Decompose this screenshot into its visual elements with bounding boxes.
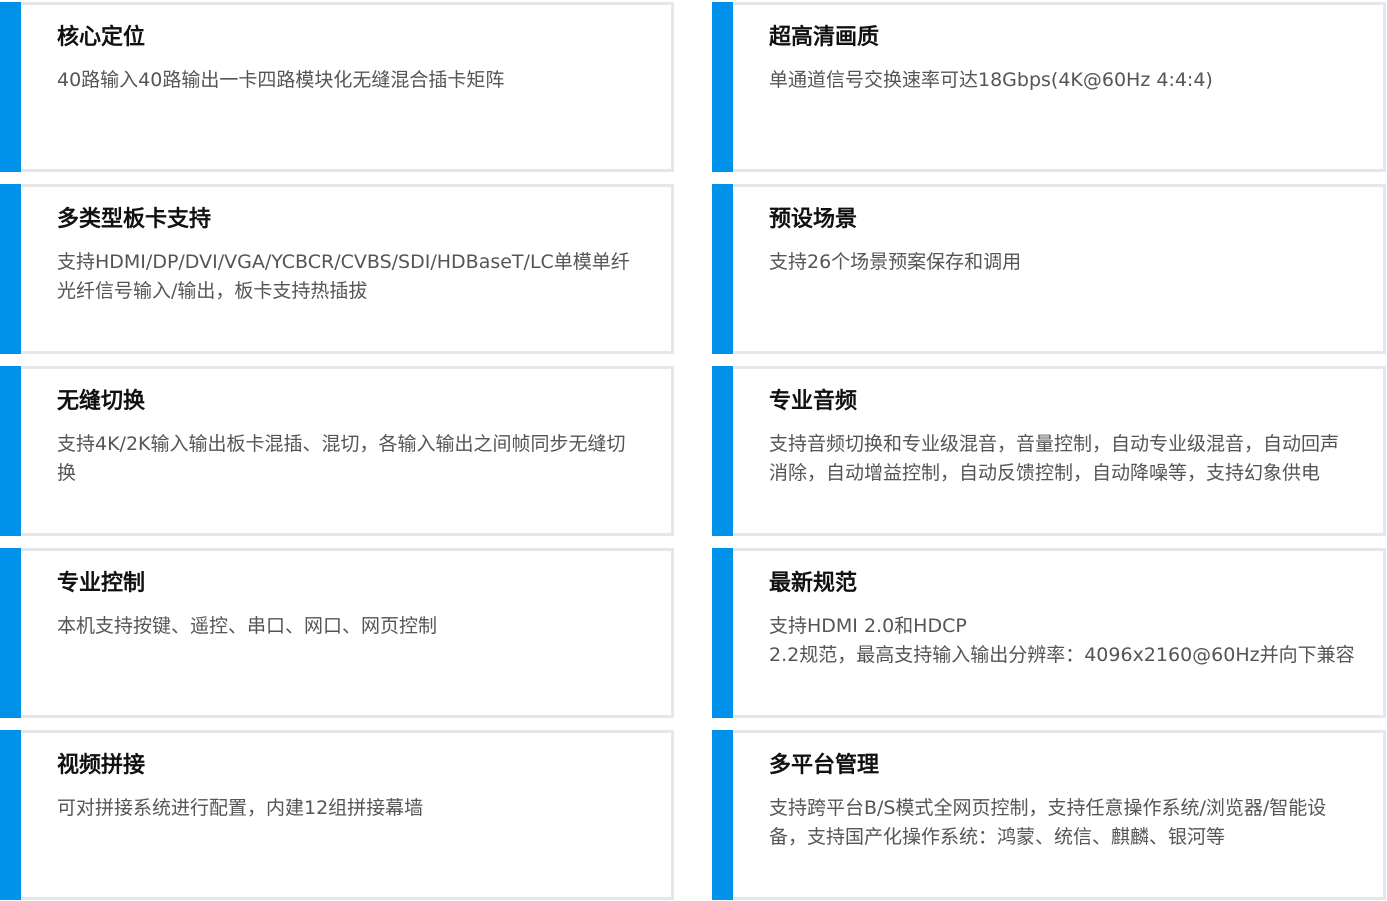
feature-title: 视频拼接 xyxy=(57,753,146,778)
feature-title: 多平台管理 xyxy=(769,753,880,778)
feature-card-seamless-switching: 无缝切换 支持4K/2K输入输出板卡混插、混切，各输入输出之间帧同步无缝切换 xyxy=(0,366,674,536)
feature-title: 预设场景 xyxy=(769,207,858,232)
feature-card-board-support: 多类型板卡支持 支持HDMI/DP/DVI/VGA/YCBCR/CVBS/SDI… xyxy=(0,184,674,354)
feature-description: 支持跨平台B/S模式全网页控制，支持任意操作系统/浏览器/智能设备，支持国产化操… xyxy=(769,797,1327,848)
accent-bar xyxy=(0,548,21,718)
accent-bar xyxy=(0,184,21,354)
feature-grid: 核心定位 40路输入40路输出一卡四路模块化无缝混合插卡矩阵 超高清画质 单通道… xyxy=(0,0,1387,901)
accent-bar xyxy=(712,184,733,354)
accent-bar xyxy=(712,548,733,718)
accent-bar xyxy=(0,366,21,536)
accent-bar xyxy=(0,730,21,900)
accent-bar xyxy=(712,730,733,900)
feature-description: 可对拼接系统进行配置，内建12组拼接幕墙 xyxy=(57,797,424,819)
feature-description: 单通道信号交换速率可达18Gbps(4K@60Hz 4:4:4) xyxy=(769,69,1213,91)
feature-title: 核心定位 xyxy=(57,25,146,50)
feature-card-pro-control: 专业控制 本机支持按键、遥控、串口、网口、网页控制 xyxy=(0,548,674,718)
feature-description: 40路输入40路输出一卡四路模块化无缝混合插卡矩阵 xyxy=(57,69,505,91)
feature-card-pro-audio: 专业音频 支持音频切换和专业级混音，音量控制，自动专业级混音，自动回声消除，自动… xyxy=(712,366,1386,536)
accent-bar xyxy=(712,366,733,536)
feature-description: 本机支持按键、遥控、串口、网口、网页控制 xyxy=(57,615,438,637)
feature-card-video-wall: 视频拼接 可对拼接系统进行配置，内建12组拼接幕墙 xyxy=(0,730,674,900)
feature-description: 支持HDMI 2.0和HDCP 2.2规范，最高支持输入输出分辨率：4096x2… xyxy=(769,615,1355,666)
accent-bar xyxy=(712,2,733,172)
feature-card-latest-spec: 最新规范 支持HDMI 2.0和HDCP 2.2规范，最高支持输入输出分辨率：4… xyxy=(712,548,1386,718)
feature-description: 支持26个场景预案保存和调用 xyxy=(769,251,1022,273)
feature-card-preset-scenes: 预设场景 支持26个场景预案保存和调用 xyxy=(712,184,1386,354)
feature-title: 无缝切换 xyxy=(57,389,146,414)
feature-title: 最新规范 xyxy=(769,571,858,596)
feature-description: 支持音频切换和专业级混音，音量控制，自动专业级混音，自动回声消除，自动增益控制，… xyxy=(769,433,1340,484)
feature-title: 超高清画质 xyxy=(769,25,880,50)
feature-card-multi-platform: 多平台管理 支持跨平台B/S模式全网页控制，支持任意操作系统/浏览器/智能设备，… xyxy=(712,730,1386,900)
feature-title: 专业控制 xyxy=(57,571,146,596)
feature-card-core-positioning: 核心定位 40路输入40路输出一卡四路模块化无缝混合插卡矩阵 xyxy=(0,2,674,172)
feature-card-ultra-hd-quality: 超高清画质 单通道信号交换速率可达18Gbps(4K@60Hz 4:4:4) xyxy=(712,2,1386,172)
feature-description: 支持HDMI/DP/DVI/VGA/YCBCR/CVBS/SDI/HDBaseT… xyxy=(57,251,630,302)
accent-bar xyxy=(0,2,21,172)
feature-description: 支持4K/2K输入输出板卡混插、混切，各输入输出之间帧同步无缝切换 xyxy=(57,433,626,484)
feature-title: 专业音频 xyxy=(769,389,858,414)
feature-title: 多类型板卡支持 xyxy=(57,207,212,232)
